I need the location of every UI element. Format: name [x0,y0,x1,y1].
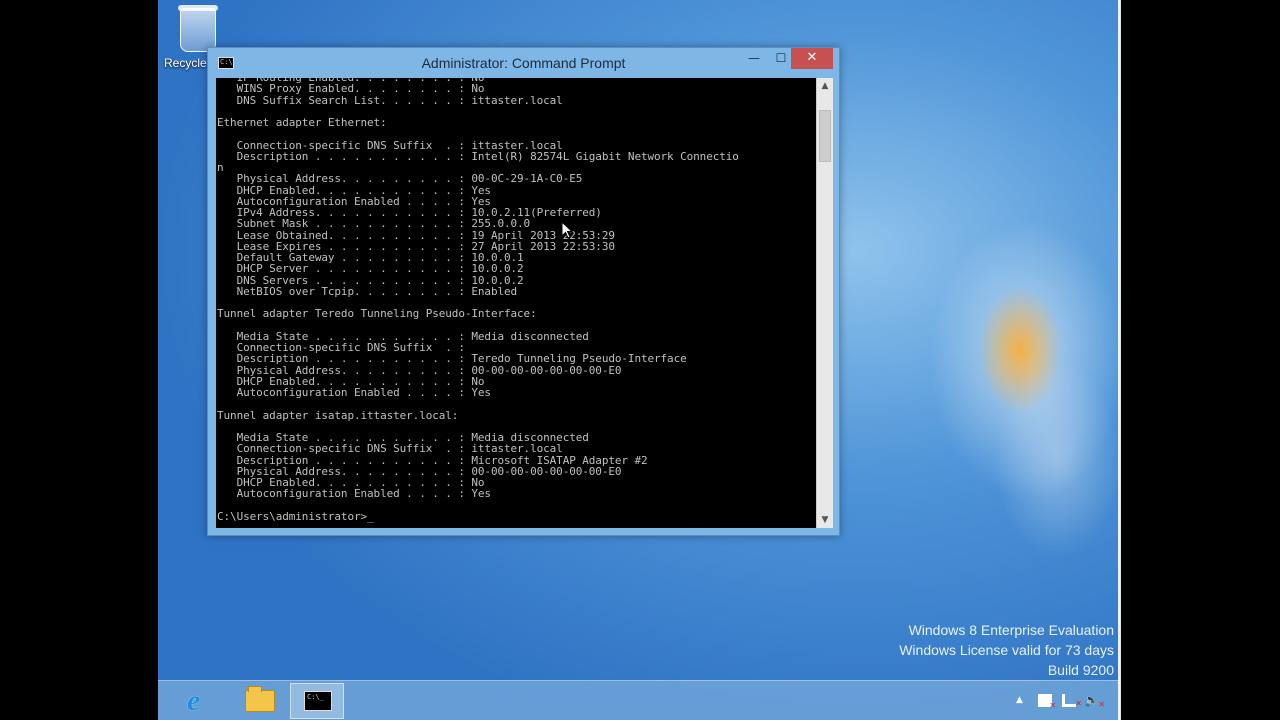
window-titlebar[interactable]: C:\ Administrator: Command Prompt — ☐ ✕ [208,48,839,78]
network-icon[interactable] [1062,694,1082,708]
taskbar-internet-explorer[interactable]: e [174,683,228,719]
recycle-bin-label: Recycle [164,56,207,70]
folder-icon [245,686,275,712]
scroll-down-icon[interactable]: ▼ [817,512,833,528]
screen: Recycle C:\ Administrator: Command Promp… [0,0,1280,720]
watermark-build: Build 9200 [1047,662,1114,678]
console-text[interactable]: IP Routing Enabled. . . . . . . . : No W… [216,78,739,522]
scroll-thumb[interactable] [819,110,831,162]
watermark-edition: Windows 8 Enterprise Evaluation [908,622,1114,638]
taskbar-command-prompt[interactable]: C:\_ [290,683,344,719]
show-hidden-icons-chevron-icon[interactable]: ▲ [1016,695,1023,705]
recycle-bin-icon [178,5,218,52]
scroll-up-icon[interactable]: ▲ [817,78,833,94]
command-prompt-window[interactable]: C:\ Administrator: Command Prompt — ☐ ✕ … [207,47,840,536]
taskbar-file-explorer[interactable] [232,683,286,719]
taskbar[interactable]: e C:\_ ▲ 🔈 [158,680,1120,720]
windows-watermark: Windows 8 Enterprise Evaluation Windows … [899,620,1114,680]
desktop[interactable]: Recycle C:\ Administrator: Command Promp… [158,0,1120,720]
close-button[interactable]: ✕ [791,48,833,69]
screen-edge-divider [1118,0,1121,720]
cmd-icon: C:\_ [304,691,332,711]
watermark-license: Windows License valid for 73 days [899,642,1114,658]
action-center-flag-icon[interactable] [1038,694,1056,710]
ie-icon: e [187,684,201,717]
vertical-scrollbar[interactable]: ▲ ▼ [816,78,833,528]
volume-icon[interactable]: 🔈 [1084,693,1105,709]
console-output[interactable]: IP Routing Enabled. . . . . . . . : No W… [216,78,816,528]
minimize-button[interactable]: — [741,48,767,69]
